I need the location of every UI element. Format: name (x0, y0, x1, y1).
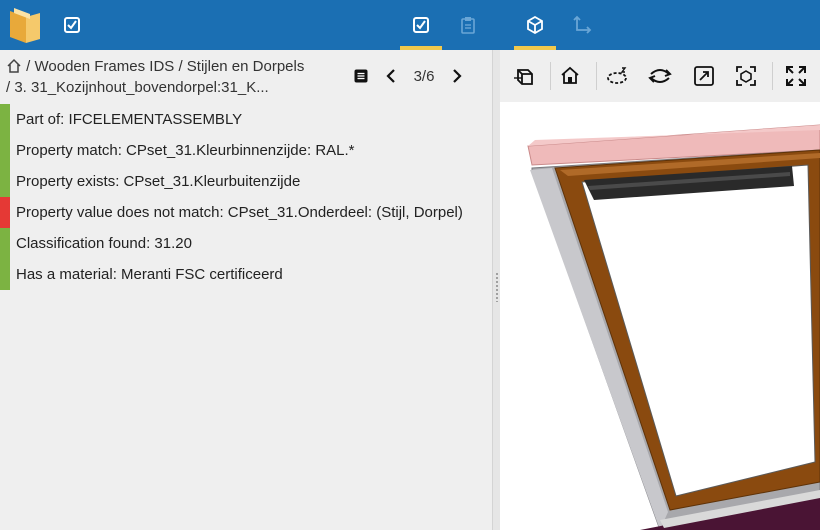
fit-view-icon (694, 66, 714, 86)
result-item[interactable]: Property exists: CPset_31.Kleurbuitenzij… (0, 166, 492, 197)
check-square-icon (64, 17, 80, 33)
status-indicator (0, 259, 10, 290)
validation-panel: / Wooden Frames IDS / Stijlen en Dorpels… (0, 50, 492, 530)
home-icon[interactable] (6, 58, 22, 73)
result-text: Part of: IFCELEMENTASSEMBLY (16, 111, 243, 128)
list-button[interactable] (346, 62, 376, 90)
result-list: Part of: IFCELEMENTASSEMBLY Property mat… (0, 104, 492, 290)
result-text: Has a material: Meranti FSC certificeerd (16, 266, 283, 283)
fullscreen-icon (786, 66, 806, 86)
result-item[interactable]: Property match: CPset_31.Kleurbinnenzijd… (0, 135, 492, 166)
viewer-toolbar (500, 50, 820, 102)
chevron-right-icon (453, 69, 462, 83)
checklist-button[interactable] (56, 0, 88, 50)
result-text: Property exists: CPset_31.Kleurbuitenzij… (16, 173, 301, 190)
result-item[interactable]: Part of: IFCELEMENTASSEMBLY (0, 104, 492, 135)
toolbar-separator (596, 62, 597, 90)
tab-report[interactable] (450, 0, 486, 50)
focus-selection-icon (736, 66, 756, 86)
top-bar (0, 0, 820, 50)
fullscreen-button[interactable] (780, 60, 812, 92)
next-button[interactable] (442, 62, 472, 90)
focus-selection-button[interactable] (730, 60, 762, 92)
axes-icon (573, 15, 592, 34)
status-indicator (0, 166, 10, 197)
fit-view-button[interactable] (688, 60, 720, 92)
perspective-cube-icon (514, 69, 533, 85)
rotate-icon (648, 69, 672, 83)
orbit-icon (607, 67, 627, 84)
result-item[interactable]: Has a material: Meranti FSC certificeerd (0, 259, 492, 290)
orbit-button[interactable] (602, 60, 634, 92)
drag-handle[interactable] (495, 272, 499, 302)
breadcrumb-path[interactable]: / Wooden Frames IDS / Stijlen en Dorpels (26, 58, 304, 75)
status-indicator (0, 197, 10, 228)
app-logo[interactable] (4, 0, 44, 50)
cube-icon (527, 16, 543, 34)
list-icon (354, 69, 368, 83)
breadcrumb-current: / 3. 31_Kozijnhout_bovendorpel:31_K... (6, 79, 269, 96)
result-text: Property value does not match: CPset_31.… (16, 204, 463, 221)
home-view-icon (561, 66, 579, 84)
breadcrumb: / Wooden Frames IDS / Stijlen en Dorpels… (6, 56, 346, 98)
check-square-icon (413, 17, 429, 33)
home-view-button[interactable] (554, 60, 586, 92)
perspective-button[interactable] (508, 60, 540, 92)
status-indicator (0, 135, 10, 166)
toolbar-separator (550, 62, 551, 90)
3d-viewer[interactable] (500, 50, 820, 530)
tab-validation[interactable] (400, 0, 442, 50)
toolbar-separator (772, 62, 773, 90)
logo-book-icon (10, 8, 40, 43)
result-item[interactable]: Classification found: 31.20 (0, 228, 492, 259)
3d-scene[interactable] (500, 102, 820, 530)
status-indicator (0, 228, 10, 259)
tab-3d-view[interactable] (514, 0, 556, 50)
status-indicator (0, 104, 10, 135)
result-text: Property match: CPset_31.Kleurbinnenzijd… (16, 142, 355, 159)
rotate-button[interactable] (644, 60, 676, 92)
chevron-left-icon (386, 69, 395, 83)
result-item[interactable]: Property value does not match: CPset_31.… (0, 197, 492, 228)
tab-tree[interactable] (564, 0, 600, 50)
result-text: Classification found: 31.20 (16, 235, 192, 252)
clipboard-icon (461, 17, 475, 34)
page-indicator: 3/6 (413, 67, 435, 85)
result-navigation: 3/6 (346, 62, 472, 90)
previous-button[interactable] (376, 62, 406, 90)
